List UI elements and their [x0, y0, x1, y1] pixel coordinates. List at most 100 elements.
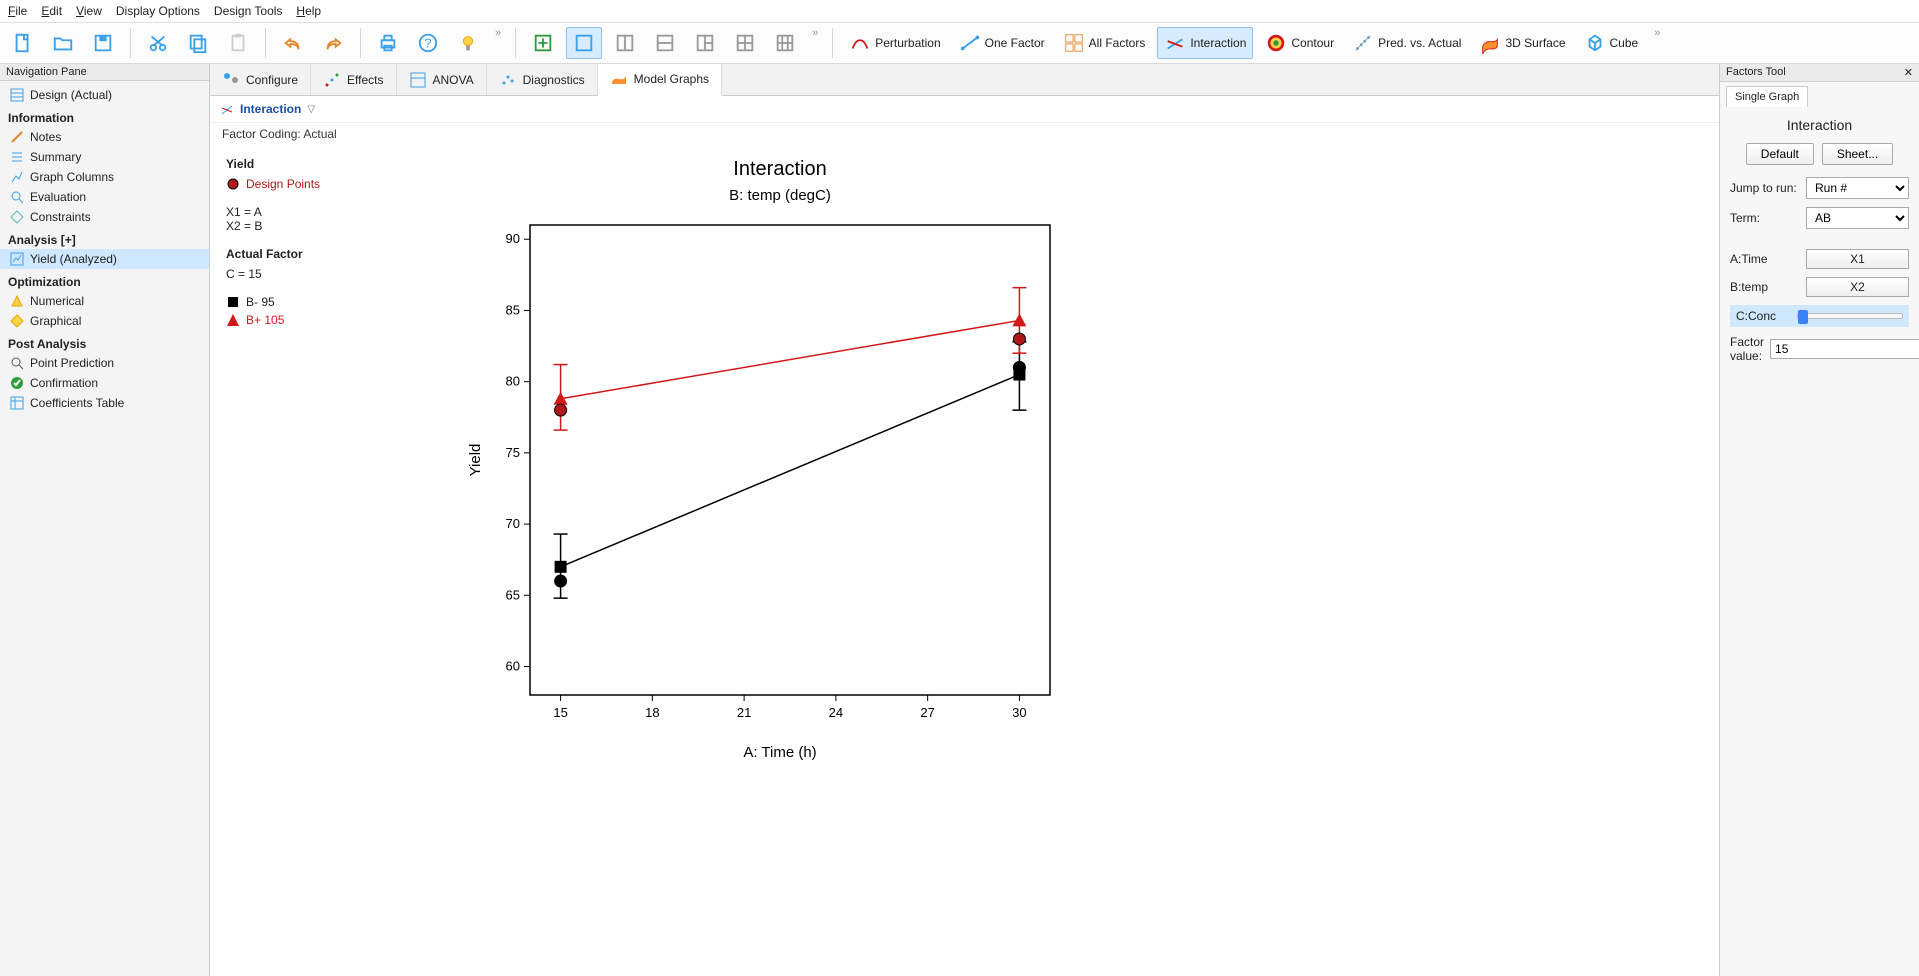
- svg-text:21: 21: [737, 705, 751, 720]
- redo-icon[interactable]: [316, 28, 350, 58]
- tab-diagnostics[interactable]: Diagnostics: [487, 64, 598, 95]
- factor-c-label: C:Conc: [1736, 309, 1791, 323]
- factors-tab-single-graph[interactable]: Single Graph: [1726, 86, 1808, 107]
- perturbation-button[interactable]: Perturbation: [843, 28, 946, 58]
- nav-point-prediction[interactable]: Point Prediction: [0, 353, 209, 373]
- factors-tool: Factors Tool ✕ Single Graph Interaction D…: [1719, 64, 1919, 976]
- new-file-icon[interactable]: [6, 28, 40, 58]
- menu-help[interactable]: Help: [296, 4, 321, 18]
- svg-text:Interaction: Interaction: [733, 158, 826, 180]
- add-pane-icon[interactable]: [526, 28, 560, 58]
- overflow-icon[interactable]: »: [491, 27, 505, 39]
- nav-post-analysis-header: Post Analysis: [0, 331, 209, 353]
- svg-text:80: 80: [506, 374, 520, 389]
- tab-model-graphs[interactable]: Model Graphs: [598, 64, 722, 96]
- menubar[interactable]: File Edit View Display Options Design To…: [0, 0, 1919, 23]
- print-icon[interactable]: [371, 28, 405, 58]
- svg-text:Yield: Yield: [467, 444, 484, 477]
- nav-yield[interactable]: Yield (Analyzed): [0, 249, 209, 269]
- legend-bminus: B- 95: [226, 295, 424, 309]
- save-icon[interactable]: [86, 28, 120, 58]
- menu-file[interactable]: File: [8, 4, 27, 18]
- 3d-surface-button[interactable]: 3D Surface: [1473, 28, 1571, 58]
- menu-edit[interactable]: Edit: [41, 4, 62, 18]
- svg-text:27: 27: [920, 705, 934, 720]
- contour-button[interactable]: Contour: [1259, 28, 1340, 58]
- svg-text:24: 24: [829, 705, 843, 720]
- nav-graph-columns[interactable]: Graph Columns: [0, 167, 209, 187]
- factor-c-slider[interactable]: [1797, 313, 1903, 319]
- nav-optimization-header: Optimization: [0, 269, 209, 291]
- factor-a-label: A:Time: [1730, 252, 1800, 266]
- legend-x2: X2 = B: [226, 219, 424, 233]
- main-area: Configure Effects ANOVA Diagnostics Mode…: [210, 64, 1719, 976]
- interaction-button[interactable]: Interaction: [1157, 27, 1253, 59]
- legend-panel: Yield Design Points X1 = A X2 = B Actual…: [210, 145, 440, 976]
- factors-tool-title: Factors Tool: [1726, 66, 1786, 79]
- subheader: Interaction ▽: [210, 96, 1719, 123]
- nav-notes[interactable]: Notes: [0, 127, 209, 147]
- paste-icon[interactable]: [221, 28, 255, 58]
- nav-evaluation[interactable]: Evaluation: [0, 187, 209, 207]
- split-v-icon[interactable]: [608, 28, 642, 58]
- split-4-icon[interactable]: [728, 28, 762, 58]
- factor-c-row[interactable]: C:Conc: [1730, 305, 1909, 327]
- factor-value-label: Factor value:: [1730, 335, 1764, 363]
- factors-heading: Interaction: [1730, 117, 1909, 133]
- split-6-icon[interactable]: [768, 28, 802, 58]
- nav-graphical[interactable]: Graphical: [0, 311, 209, 331]
- close-icon[interactable]: ✕: [1904, 66, 1913, 79]
- copy-icon[interactable]: [181, 28, 215, 58]
- undo-icon[interactable]: [276, 28, 310, 58]
- factor-coding: Factor Coding: Actual: [210, 123, 1719, 145]
- split-3-icon[interactable]: [688, 28, 722, 58]
- nav-coefficients[interactable]: Coefficients Table: [0, 393, 209, 413]
- pred-vs-actual-button[interactable]: Pred. vs. Actual: [1346, 28, 1467, 58]
- help-icon[interactable]: ?: [411, 28, 445, 58]
- nav-confirmation[interactable]: Confirmation: [0, 373, 209, 393]
- one-factor-button[interactable]: One Factor: [953, 28, 1051, 58]
- response-label: Yield: [226, 157, 424, 171]
- split-h-icon[interactable]: [648, 28, 682, 58]
- tab-anova[interactable]: ANOVA: [397, 64, 487, 95]
- overflow-icon-2[interactable]: »: [808, 27, 822, 39]
- tab-effects[interactable]: Effects: [311, 64, 396, 95]
- subheader-title: Interaction: [240, 102, 301, 116]
- nav-analysis-header[interactable]: Analysis [+]: [0, 227, 209, 249]
- sheet-button[interactable]: Sheet...: [1822, 143, 1893, 165]
- menu-design-tools[interactable]: Design Tools: [214, 4, 282, 18]
- svg-text:A: Time (h): A: Time (h): [743, 744, 816, 761]
- cube-button[interactable]: Cube: [1578, 28, 1645, 58]
- term-select[interactable]: AB: [1806, 207, 1909, 229]
- dropdown-icon[interactable]: ▽: [307, 104, 315, 115]
- jump-to-run-select[interactable]: Run #: [1806, 177, 1909, 199]
- nav-summary[interactable]: Summary: [0, 147, 209, 167]
- all-factors-button[interactable]: All Factors: [1057, 28, 1152, 58]
- main-tabs: Configure Effects ANOVA Diagnostics Mode…: [210, 64, 1719, 96]
- default-button[interactable]: Default: [1746, 143, 1814, 165]
- svg-text:18: 18: [645, 705, 659, 720]
- lightbulb-icon[interactable]: [451, 28, 485, 58]
- menu-view[interactable]: View: [76, 4, 102, 18]
- svg-text:60: 60: [506, 659, 520, 674]
- legend-x1: X1 = A: [226, 205, 424, 219]
- factor-b-button[interactable]: X2: [1806, 277, 1909, 297]
- menu-display-options[interactable]: Display Options: [116, 4, 200, 18]
- cut-icon[interactable]: [141, 28, 175, 58]
- nav-numerical[interactable]: Numerical: [0, 291, 209, 311]
- tab-configure[interactable]: Configure: [210, 64, 311, 95]
- navigation-pane: Navigation Pane Design (Actual) Informat…: [0, 64, 210, 976]
- overflow-icon-3[interactable]: »: [1650, 27, 1664, 39]
- nav-constraints[interactable]: Constraints: [0, 207, 209, 227]
- open-file-icon[interactable]: [46, 28, 80, 58]
- actual-factor-header: Actual Factor: [226, 247, 424, 261]
- nav-design[interactable]: Design (Actual): [0, 85, 209, 105]
- factor-value-input[interactable]: [1770, 339, 1919, 359]
- chart[interactable]: InteractionB: temp (degC)606570758085901…: [440, 145, 1719, 976]
- svg-text:?: ?: [424, 36, 431, 51]
- term-label: Term:: [1730, 211, 1800, 225]
- svg-text:90: 90: [506, 231, 520, 246]
- single-pane-icon[interactable]: [566, 27, 602, 59]
- factor-a-button[interactable]: X1: [1806, 249, 1909, 269]
- jump-to-run-label: Jump to run:: [1730, 181, 1800, 195]
